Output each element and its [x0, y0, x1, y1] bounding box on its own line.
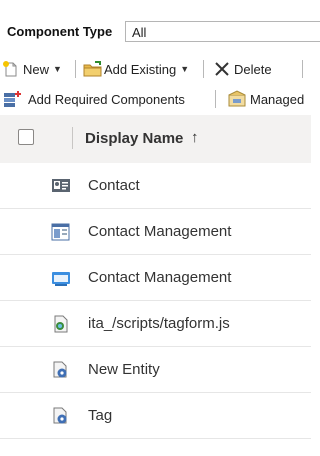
- chevron-down-icon: ▼: [180, 64, 190, 74]
- row-name: Tag: [88, 407, 113, 424]
- new-button-label: New: [23, 61, 50, 77]
- form-icon: [51, 223, 71, 241]
- row-name: Contact Management: [88, 223, 232, 240]
- contact-card-icon: [51, 177, 71, 195]
- command-bar: New ▼ Add Existing ▼ Delete: [0, 57, 311, 81]
- column-divider: [72, 127, 73, 149]
- component-type-select[interactable]: All: [125, 21, 320, 42]
- add-existing-folder-icon: [83, 60, 102, 78]
- delete-button-label: Delete: [234, 61, 272, 77]
- table-row[interactable]: Contact: [0, 163, 311, 209]
- new-document-icon: [2, 60, 20, 78]
- component-type-filter: Component Type All: [0, 19, 320, 45]
- grid-header: Display Name ↑: [0, 115, 311, 163]
- add-required-components-icon: [3, 90, 25, 108]
- add-existing-button[interactable]: Add Existing ▼: [83, 57, 189, 81]
- delete-x-icon: [213, 60, 231, 78]
- entity-gear-icon: [51, 407, 71, 425]
- managed-properties-label: Managed: [250, 91, 305, 107]
- row-name: Contact Management: [88, 269, 232, 286]
- view-icon: [51, 269, 71, 287]
- sort-ascending-icon: ↑: [191, 129, 199, 146]
- component-type-label: Component Type: [7, 24, 113, 39]
- delete-button[interactable]: Delete: [213, 57, 272, 81]
- table-row[interactable]: New Entity: [0, 347, 311, 393]
- component-type-value: All: [132, 25, 147, 40]
- chevron-down-icon: ▼: [53, 64, 62, 74]
- row-name: Contact: [88, 177, 140, 194]
- row-name: New Entity: [88, 361, 160, 378]
- managed-properties-icon: [227, 90, 247, 108]
- table-row[interactable]: Contact Management: [0, 255, 311, 301]
- command-bar-secondary: Add Required Components Managed: [0, 87, 311, 111]
- table-row[interactable]: Tag: [0, 393, 311, 439]
- table-row[interactable]: Contact Management: [0, 209, 311, 255]
- row-name: ita_/scripts/tagform.js: [88, 315, 230, 332]
- entity-gear-icon: [51, 361, 71, 379]
- add-existing-button-label: Add Existing: [104, 61, 177, 77]
- add-required-components-button[interactable]: Add Required Components: [3, 87, 185, 111]
- managed-properties-button[interactable]: Managed: [227, 87, 304, 111]
- script-web-resource-icon: [51, 315, 71, 333]
- display-name-column-header[interactable]: Display Name: [85, 130, 183, 147]
- add-required-components-label: Add Required Components: [28, 91, 185, 107]
- new-button[interactable]: New ▼: [2, 57, 62, 81]
- select-all-checkbox[interactable]: [18, 129, 34, 145]
- table-row[interactable]: ita_/scripts/tagform.js: [0, 301, 311, 347]
